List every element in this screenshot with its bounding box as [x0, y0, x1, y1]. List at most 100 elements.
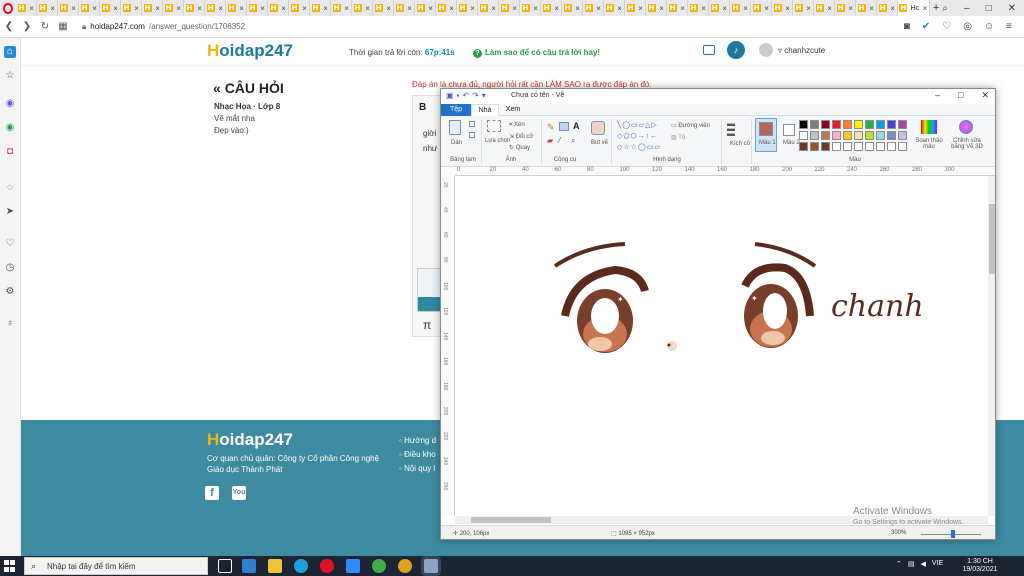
horizontal-scroll-thumb[interactable]	[471, 517, 551, 523]
color-picker-icon[interactable]: ⁄	[559, 136, 560, 145]
tab-home[interactable]: Nhà	[471, 104, 499, 116]
browser-tab[interactable]: H ×	[835, 0, 856, 16]
task-view-icon[interactable]	[218, 559, 232, 573]
palette-swatch[interactable]	[832, 142, 841, 151]
settings-icon[interactable]: ⚙	[4, 286, 16, 298]
fill-bucket-icon[interactable]	[559, 122, 569, 131]
palette-swatch[interactable]	[799, 142, 808, 151]
menu-icon[interactable]: ≡	[1006, 21, 1012, 32]
howto-link[interactable]: ? Làm sao để có câu trả lời hay!	[473, 48, 600, 58]
tab-close-icon[interactable]: ×	[869, 4, 874, 13]
chat-icon[interactable]	[703, 45, 715, 55]
lightbulb-icon[interactable]: ♁	[4, 318, 16, 330]
browser-tab[interactable]: H ×	[142, 0, 163, 16]
instagram-icon[interactable]: ◘	[4, 146, 16, 158]
palette-swatch[interactable]	[799, 131, 808, 140]
tab-close-icon[interactable]: ×	[491, 4, 496, 13]
browser-tab[interactable]: H ×	[79, 0, 100, 16]
palette-swatch[interactable]	[876, 131, 885, 140]
palette-swatch[interactable]	[876, 120, 885, 129]
palette-swatch[interactable]	[832, 120, 841, 129]
paint-minimize-button[interactable]: –	[935, 90, 940, 101]
browser-tab[interactable]: H ×	[268, 0, 289, 16]
account-icon[interactable]: ☺	[984, 21, 994, 32]
color2-swatch[interactable]	[783, 124, 795, 136]
history-icon[interactable]: ◌	[4, 182, 16, 194]
palette-swatch[interactable]	[832, 131, 841, 140]
browser-tab[interactable]: H ×	[457, 0, 478, 16]
tab-close-icon[interactable]: ×	[323, 4, 328, 13]
palette-swatch[interactable]	[810, 142, 819, 151]
username[interactable]: ▿ chanhzcute	[778, 46, 825, 55]
heart-sidebar-icon[interactable]: ♡	[4, 238, 16, 250]
tab-close-icon[interactable]: ×	[113, 4, 118, 13]
question-subject[interactable]: Nhạc Họa · Lớp 8	[214, 102, 280, 111]
paint-close-button[interactable]: ✕	[981, 90, 989, 101]
browser-tab[interactable]: H ×	[37, 0, 58, 16]
browser-tab[interactable]: H ×	[16, 0, 37, 16]
palette-swatch[interactable]	[898, 131, 907, 140]
fill-button[interactable]: ▨ Tô	[671, 134, 685, 141]
palette-swatch[interactable]	[876, 142, 885, 151]
tab-close-icon[interactable]: ×	[533, 4, 538, 13]
palette-swatch[interactable]	[865, 142, 874, 151]
browser-tab[interactable]: H ×	[478, 0, 499, 16]
browser-tab[interactable]: H ×	[121, 0, 142, 16]
zalo-icon[interactable]	[372, 559, 386, 573]
footer-logo[interactable]: Hoidap247	[207, 430, 293, 450]
tab-close-icon[interactable]: ×	[29, 4, 34, 13]
forward-icon[interactable]: ❯	[18, 21, 36, 32]
url-field[interactable]: 🔒︎ hoidap247.com/answer_question/1706352	[82, 22, 245, 32]
chrome-icon[interactable]	[398, 559, 412, 573]
outline-button[interactable]: ▭ Đường viền	[671, 122, 710, 129]
tab-close-icon[interactable]: ×	[743, 4, 748, 13]
palette-swatch[interactable]	[799, 120, 808, 129]
browser-tab[interactable]: H ×	[688, 0, 709, 16]
palette-swatch[interactable]	[887, 142, 896, 151]
cut-icon[interactable]	[469, 121, 475, 127]
whatsapp-icon[interactable]: ◉	[4, 122, 16, 134]
pencil-icon[interactable]: ✎	[547, 122, 555, 133]
browser-tab[interactable]: H ×	[646, 0, 667, 16]
tab-close-icon[interactable]: ×	[617, 4, 622, 13]
taskbar-date[interactable]: 19/03/2021	[960, 566, 1000, 573]
crop-button[interactable]: ⌗ Xén	[509, 122, 525, 129]
browser-tab[interactable]: H ×	[625, 0, 646, 16]
browser-tab[interactable]: H ×	[100, 0, 121, 16]
tab-close-icon[interactable]: ×	[386, 4, 391, 13]
palette-swatch[interactable]	[854, 142, 863, 151]
browser-tab[interactable]: H ×	[793, 0, 814, 16]
search-tabs-icon[interactable]: ⌕	[942, 3, 948, 14]
language-indicator[interactable]: VIE	[932, 560, 943, 568]
tab-close-icon[interactable]: ×	[890, 4, 895, 13]
footer-link[interactable]: ◦ Hướng d	[399, 436, 436, 445]
tab-close-icon[interactable]: ×	[428, 4, 433, 13]
tab-close-icon[interactable]: ×	[596, 4, 601, 13]
tab-close-icon[interactable]: ×	[764, 4, 769, 13]
browser-tab[interactable]: H ×	[310, 0, 331, 16]
new-tab-button[interactable]: +	[930, 2, 943, 14]
browser-tab-active[interactable]: H Hc ×	[897, 0, 930, 16]
home-grid-icon[interactable]: ▦	[54, 21, 72, 32]
tab-close-icon[interactable]: ×	[218, 4, 223, 13]
palette-swatch[interactable]	[821, 131, 830, 140]
site-logo[interactable]: Hoidap247	[207, 41, 293, 61]
browser-tab[interactable]: H ×	[415, 0, 436, 16]
browser-tab[interactable]: H ×	[58, 0, 79, 16]
rotate-button[interactable]: ↻ Quay	[509, 144, 530, 151]
speed-dial-icon[interactable]: ⌂	[4, 46, 16, 58]
math-pi-button[interactable]: π	[423, 318, 431, 332]
browser-tab[interactable]: H ×	[604, 0, 625, 16]
tab-close-icon[interactable]: ×	[848, 4, 853, 13]
canvas-drawing[interactable]: ✦ ✦ chanh	[455, 176, 988, 516]
paste-icon[interactable]	[449, 120, 461, 135]
tab-close-icon[interactable]: ×	[407, 4, 412, 13]
network-icon[interactable]: ▤	[908, 560, 915, 568]
palette-swatch[interactable]	[843, 120, 852, 129]
browser-tab[interactable]: H ×	[856, 0, 877, 16]
tab-close-icon[interactable]: ×	[134, 4, 139, 13]
browser-tab[interactable]: H ×	[814, 0, 835, 16]
browser-tab[interactable]: H ×	[499, 0, 520, 16]
windows-start-icon[interactable]	[4, 560, 16, 572]
notification-bell-icon[interactable]: ♪	[727, 41, 745, 59]
